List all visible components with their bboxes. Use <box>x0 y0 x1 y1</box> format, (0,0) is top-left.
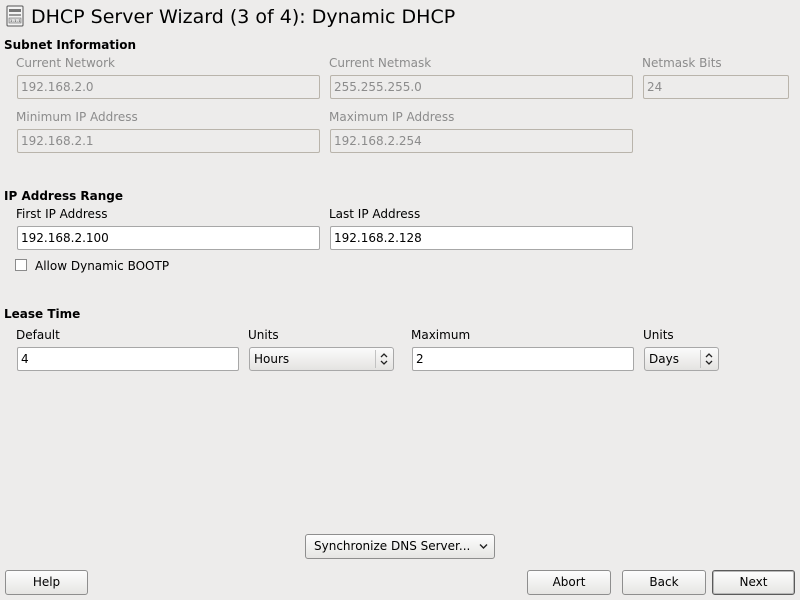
default-units-value: Hours <box>254 352 290 366</box>
chevron-down-icon <box>479 544 488 549</box>
lease-time-heading: Lease Time <box>4 307 81 321</box>
minimum-ip-label: Minimum IP Address <box>16 110 138 124</box>
abort-button[interactable]: Abort <box>527 570 611 595</box>
minimum-ip-field: 192.168.2.1 <box>17 129 320 153</box>
back-button[interactable]: Back <box>622 570 706 595</box>
dhcp-wizard-window: 1.1.1 DHCP Server Wizard (3 of 4): Dynam… <box>0 0 800 600</box>
last-ip-label: Last IP Address <box>329 207 421 221</box>
current-netmask-field: 255.255.255.0 <box>330 75 633 99</box>
default-lease-label: Default <box>16 328 60 342</box>
help-button[interactable]: Help <box>5 570 88 595</box>
page-title: DHCP Server Wizard (3 of 4): Dynamic DHC… <box>31 6 456 28</box>
netmask-bits-field: 24 <box>643 75 789 99</box>
maximum-units-label: Units <box>643 328 674 342</box>
allow-bootp-label[interactable]: Allow Dynamic BOOTP <box>35 259 169 273</box>
maximum-lease-input[interactable] <box>412 347 634 371</box>
default-lease-input[interactable] <box>17 347 239 371</box>
ip-address-range-heading: IP Address Range <box>4 189 124 203</box>
netmask-bits-label: Netmask Bits <box>642 56 722 70</box>
synchronize-dns-label: Synchronize DNS Server... <box>314 539 471 553</box>
maximum-units-select[interactable]: Days <box>644 347 719 371</box>
default-units-label: Units <box>248 328 279 342</box>
synchronize-dns-button[interactable]: Synchronize DNS Server... <box>305 534 495 559</box>
updown-arrow-icon <box>375 350 388 368</box>
allow-bootp-checkbox[interactable] <box>15 259 27 271</box>
default-units-select[interactable]: Hours <box>249 347 394 371</box>
updown-arrow-icon <box>700 350 713 368</box>
current-network-label: Current Network <box>16 56 115 70</box>
first-ip-input[interactable] <box>17 226 320 250</box>
current-netmask-label: Current Netmask <box>329 56 432 70</box>
subnet-information-heading: Subnet Information <box>4 38 136 52</box>
dhcp-server-icon: 1.1.1 <box>6 5 24 27</box>
current-network-field: 192.168.2.0 <box>17 75 320 99</box>
maximum-ip-field: 192.168.2.254 <box>330 129 633 153</box>
next-button[interactable]: Next <box>712 570 795 595</box>
first-ip-label: First IP Address <box>16 207 108 221</box>
last-ip-input[interactable] <box>330 226 633 250</box>
maximum-units-value: Days <box>649 352 679 366</box>
maximum-ip-label: Maximum IP Address <box>329 110 455 124</box>
maximum-lease-label: Maximum <box>411 328 471 342</box>
svg-text:1.1.1: 1.1.1 <box>10 19 21 23</box>
